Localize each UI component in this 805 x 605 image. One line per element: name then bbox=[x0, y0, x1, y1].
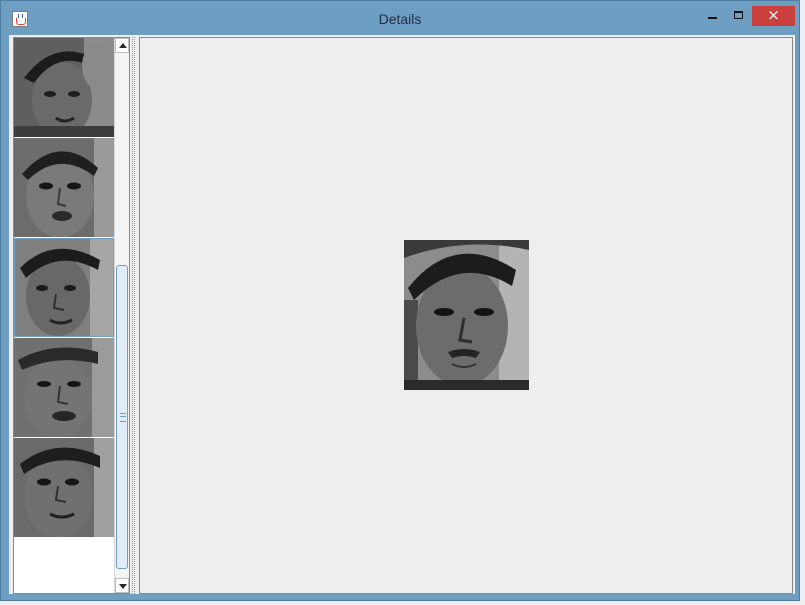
split-pane-divider[interactable] bbox=[130, 37, 137, 594]
scroll-thumb[interactable] bbox=[116, 265, 128, 569]
scroll-up-arrow-icon[interactable] bbox=[115, 38, 129, 53]
desktop-edge bbox=[800, 0, 805, 605]
title-bar[interactable]: Details × bbox=[1, 1, 799, 32]
close-button[interactable]: × bbox=[752, 6, 795, 26]
thumbnail-item[interactable] bbox=[14, 438, 114, 537]
minimize-button[interactable] bbox=[700, 7, 726, 27]
scroll-track[interactable] bbox=[115, 53, 129, 578]
face-thumbnail-icon bbox=[14, 338, 114, 437]
thumbnail-item-selected[interactable] bbox=[14, 238, 114, 337]
thumbnail-item[interactable] bbox=[14, 38, 114, 137]
thumbnail-list[interactable] bbox=[13, 37, 130, 594]
thumbnail-viewport bbox=[14, 38, 114, 593]
face-thumbnail-icon bbox=[14, 438, 114, 537]
maximize-button[interactable] bbox=[727, 7, 751, 27]
face-thumbnail-icon bbox=[14, 138, 114, 237]
scroll-down-arrow-icon[interactable] bbox=[115, 578, 129, 593]
details-window: Details × bbox=[0, 0, 800, 601]
window-title: Details bbox=[378, 11, 422, 27]
thumbnail-item[interactable] bbox=[14, 338, 114, 437]
image-view-pane bbox=[139, 37, 793, 594]
face-thumbnail-icon bbox=[14, 38, 114, 137]
selected-face-image bbox=[404, 240, 529, 390]
thumbnail-item[interactable] bbox=[14, 138, 114, 237]
face-thumbnail-icon bbox=[14, 238, 114, 337]
face-photo-icon bbox=[404, 240, 529, 390]
client-area bbox=[9, 35, 795, 594]
thumbnail-scrollbar[interactable] bbox=[114, 38, 129, 593]
scroll-grip-icon bbox=[120, 413, 126, 422]
